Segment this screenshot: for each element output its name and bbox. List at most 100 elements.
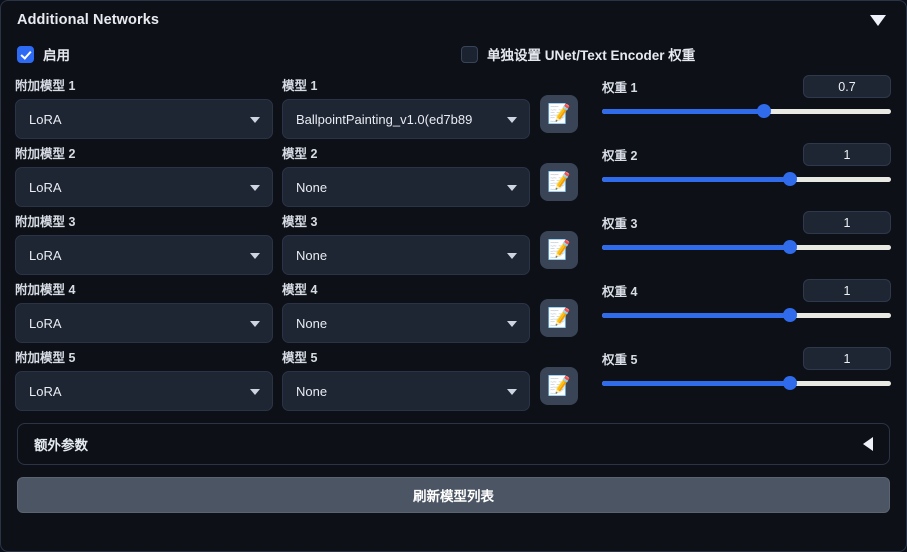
chevron-down-icon[interactable] [507,117,517,123]
edit-metadata-icon[interactable]: 📝 [540,367,578,405]
weight-slider[interactable] [602,104,891,118]
model-value: None [296,383,328,399]
chevron-down-icon[interactable] [507,253,517,259]
chevron-down-icon[interactable] [250,253,260,259]
network-type-value: LoRA [29,315,62,331]
additional-networks-panel: Additional Networks 启用 单独设置 UNet/Text En… [0,0,907,552]
weight-label: 权重 3 [602,217,638,231]
weight-label: 权重 4 [602,285,638,299]
network-type-label: 附加模型 4 [15,283,76,297]
chevron-left-icon[interactable] [863,437,873,451]
model-column: 模型 1 BallpointPainting_v1.0(ed7b89 [282,75,530,139]
model-value: BallpointPainting_v1.0(ed7b89 [296,111,473,127]
slider-thumb[interactable] [782,376,797,390]
weight-column: 权重 3 1 [602,211,896,254]
weight-column: 权重 4 1 [602,279,896,322]
enable-checkbox[interactable] [17,45,34,63]
edit-metadata-icon[interactable]: 📝 [540,163,578,201]
weight-slider[interactable] [602,308,891,322]
model-label: 模型 5 [282,351,318,365]
extra-params-accordion[interactable]: 额外参数 [17,423,890,465]
model-select[interactable]: None [282,303,530,343]
edit-column: 📝 [540,211,588,269]
weight-header: 权重 4 1 [602,279,896,302]
weight-number-input[interactable]: 1 [803,347,891,370]
network-type-column: 附加模型 3 LoRA [15,211,273,275]
weight-header: 权重 5 1 [602,347,896,370]
model-value: None [296,247,328,263]
slider-thumb[interactable] [782,240,797,254]
separate-weights-checkbox-row[interactable]: 单独设置 UNet/Text Encoder 权重 [455,39,896,69]
network-type-column: 附加模型 4 LoRA [15,279,273,343]
edit-column: 📝 [540,347,588,405]
weight-slider[interactable] [602,376,891,390]
slider-fill [602,313,790,318]
chevron-down-icon[interactable] [250,321,260,327]
weight-number-input[interactable]: 0.7 [803,75,891,98]
page-title: Additional Networks [17,12,160,28]
weight-slider[interactable] [602,240,891,254]
weight-label: 权重 1 [602,81,638,95]
network-type-select[interactable]: LoRA [15,99,273,139]
network-row: 附加模型 1 LoRA 模型 1 BallpointPainting_v1.0(ed7… [11,75,896,143]
chevron-down-icon[interactable] [870,14,886,26]
chevron-down-icon[interactable] [250,389,260,395]
slider-fill [602,381,790,386]
edit-metadata-icon[interactable]: 📝 [540,95,578,133]
chevron-down-icon[interactable] [507,389,517,395]
model-label: 模型 4 [282,283,318,297]
weight-slider[interactable] [602,172,891,186]
network-type-select[interactable]: LoRA [15,371,273,411]
edit-metadata-icon[interactable]: 📝 [540,299,578,337]
network-type-label: 附加模型 1 [15,79,76,93]
model-select[interactable]: BallpointPainting_v1.0(ed7b89 [282,99,530,139]
panel-header[interactable]: Additional Networks [11,1,896,39]
slider-fill [602,177,790,182]
model-select[interactable]: None [282,235,530,275]
slider-fill [602,109,764,114]
network-type-select[interactable]: LoRA [15,303,273,343]
network-type-label: 附加模型 2 [15,147,76,161]
network-row: 附加模型 5 LoRA 模型 5 None 📝 权重 5 1 [11,347,896,415]
model-column: 模型 4 None [282,279,530,343]
network-type-select[interactable]: LoRA [15,235,273,275]
chevron-down-icon[interactable] [507,185,517,191]
weight-number-input[interactable]: 1 [803,143,891,166]
network-type-column: 附加模型 1 LoRA [15,75,273,139]
network-rows: 附加模型 1 LoRA 模型 1 BallpointPainting_v1.0(ed7… [11,75,896,415]
network-type-select[interactable]: LoRA [15,167,273,207]
slider-thumb[interactable] [756,104,771,118]
edit-column: 📝 [540,143,588,201]
network-type-column: 附加模型 2 LoRA [15,143,273,207]
network-row: 附加模型 2 LoRA 模型 2 None 📝 权重 2 1 [11,143,896,211]
weight-column: 权重 5 1 [602,347,896,390]
slider-thumb[interactable] [782,308,797,322]
edit-column: 📝 [540,279,588,337]
weight-header: 权重 1 0.7 [602,75,896,98]
model-column: 模型 3 None [282,211,530,275]
slider-thumb[interactable] [782,172,797,186]
model-label: 模型 3 [282,215,318,229]
chevron-down-icon[interactable] [250,117,260,123]
model-value: None [296,179,328,195]
refresh-model-list-button[interactable]: 刷新模型列表 [17,477,890,513]
chevron-down-icon[interactable] [250,185,260,191]
edit-column: 📝 [540,75,588,133]
slider-fill [602,245,790,250]
model-select[interactable]: None [282,167,530,207]
network-type-label: 附加模型 5 [15,351,76,365]
separate-weights-checkbox-label: 单独设置 UNet/Text Encoder 权重 [487,48,696,63]
network-type-value: LoRA [29,383,62,399]
network-type-value: LoRA [29,247,62,263]
network-row: 附加模型 4 LoRA 模型 4 None 📝 权重 4 1 [11,279,896,347]
weight-number-input[interactable]: 1 [803,279,891,302]
weight-header: 权重 2 1 [602,143,896,166]
extra-params-label: 额外参数 [34,438,88,453]
model-select[interactable]: None [282,371,530,411]
chevron-down-icon[interactable] [507,321,517,327]
separate-weights-checkbox[interactable] [461,45,478,63]
model-value: None [296,315,328,331]
weight-number-input[interactable]: 1 [803,211,891,234]
weight-column: 权重 2 1 [602,143,896,186]
edit-metadata-icon[interactable]: 📝 [540,231,578,269]
